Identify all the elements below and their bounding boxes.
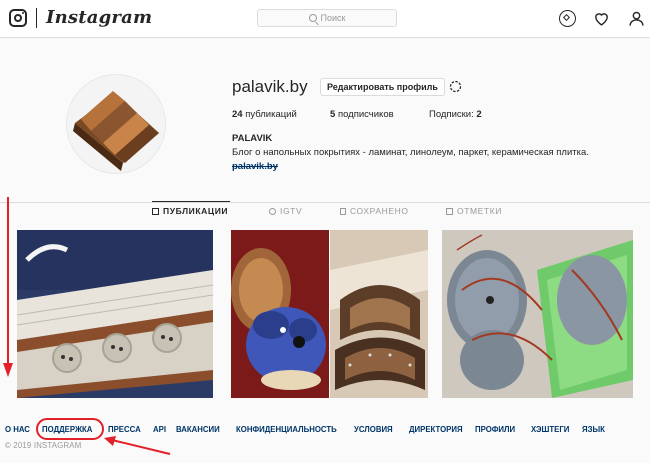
footer-link-press[interactable]: ПРЕССА — [108, 425, 141, 434]
igtv-icon — [269, 207, 276, 215]
footer-copyright: © 2019 INSTAGRAM — [5, 441, 82, 450]
followers-stat[interactable]: 5 подписчиков — [330, 109, 394, 120]
instagram-camera-icon[interactable] — [9, 9, 27, 27]
tab-igtv[interactable]: IGTV — [269, 206, 302, 216]
posts-label: публикаций — [245, 109, 297, 120]
footer-link-jobs[interactable]: ВАКАНСИИ — [176, 425, 220, 434]
instagram-profile-page: Instagram Поиск palavik.by Редактировать… — [0, 0, 650, 463]
settings-gear-icon[interactable] — [448, 79, 463, 94]
footer-link-directory[interactable]: ДИРЕКТОРИЯ — [409, 425, 463, 434]
grid-icon — [152, 207, 159, 215]
tag-icon — [446, 207, 453, 215]
footer-link-hashtags[interactable]: ХЭШТЕГИ — [531, 425, 569, 434]
tab-publications[interactable]: ПУБЛИКАЦИИ — [152, 206, 228, 216]
tab-tagged[interactable]: ОТМЕТКИ — [446, 206, 502, 216]
followers-count: 5 — [330, 109, 336, 120]
posts-count: 24 — [232, 109, 243, 120]
footer-link-about[interactable]: О НАС — [5, 425, 30, 434]
tab-tagged-label: ОТМЕТКИ — [457, 206, 503, 216]
top-nav-bar: Instagram Поиск — [0, 0, 650, 38]
search-icon — [308, 14, 317, 22]
following-count: 2 — [476, 109, 482, 120]
instagram-wordmark[interactable]: Instagram — [46, 7, 152, 28]
annotation-down-arrow — [3, 197, 13, 377]
post-thumbnail[interactable] — [17, 230, 213, 398]
tab-publications-label: ПУБЛИКАЦИИ — [163, 206, 229, 216]
profile-avatar[interactable] — [66, 74, 166, 174]
profile-username: palavik.by — [232, 77, 308, 96]
logo-divider — [36, 8, 37, 28]
tabs-divider — [0, 202, 650, 203]
post-thumbnail[interactable] — [330, 230, 428, 398]
post-thumbnail[interactable] — [231, 230, 329, 398]
profile-icon[interactable] — [628, 10, 645, 27]
search-placeholder: Поиск — [320, 13, 346, 23]
tab-saved[interactable]: СОХРАНЕНО — [340, 206, 409, 216]
footer-link-privacy[interactable]: КОНФИДЕНЦИАЛЬНОСТЬ — [236, 425, 337, 434]
footer-link-api[interactable]: API — [153, 425, 166, 434]
heart-icon[interactable] — [593, 10, 610, 27]
compass-icon[interactable] — [559, 10, 576, 27]
annotation-circle — [36, 418, 104, 440]
annotation-left-arrow — [104, 436, 171, 455]
followers-label: подписчиков — [337, 109, 394, 120]
edit-profile-button[interactable]: Редактировать профиль — [320, 78, 445, 96]
following-stat[interactable]: Подписки: 2 — [429, 109, 482, 120]
tab-saved-label: СОХРАНЕНО — [350, 206, 409, 216]
tab-igtv-label: IGTV — [280, 206, 303, 216]
footer-link-profiles[interactable]: ПРОФИЛИ — [475, 425, 515, 434]
active-tab-indicator — [152, 201, 230, 202]
posts-stat: 24 публикаций — [232, 109, 297, 120]
following-label: Подписки: — [429, 109, 474, 120]
footer-link-language[interactable]: ЯЗЫК — [582, 425, 605, 434]
footer-link-terms[interactable]: УСЛОВИЯ — [354, 425, 393, 434]
profile-bio: Блог о напольных покрытиях - ламинат, ли… — [232, 147, 589, 158]
profile-website-link[interactable]: palavik.by — [232, 161, 278, 172]
post-thumbnail[interactable] — [442, 230, 633, 398]
search-input[interactable]: Поиск — [257, 9, 397, 27]
bookmark-icon — [340, 207, 346, 215]
profile-full-name: PALAVIK — [232, 133, 273, 144]
